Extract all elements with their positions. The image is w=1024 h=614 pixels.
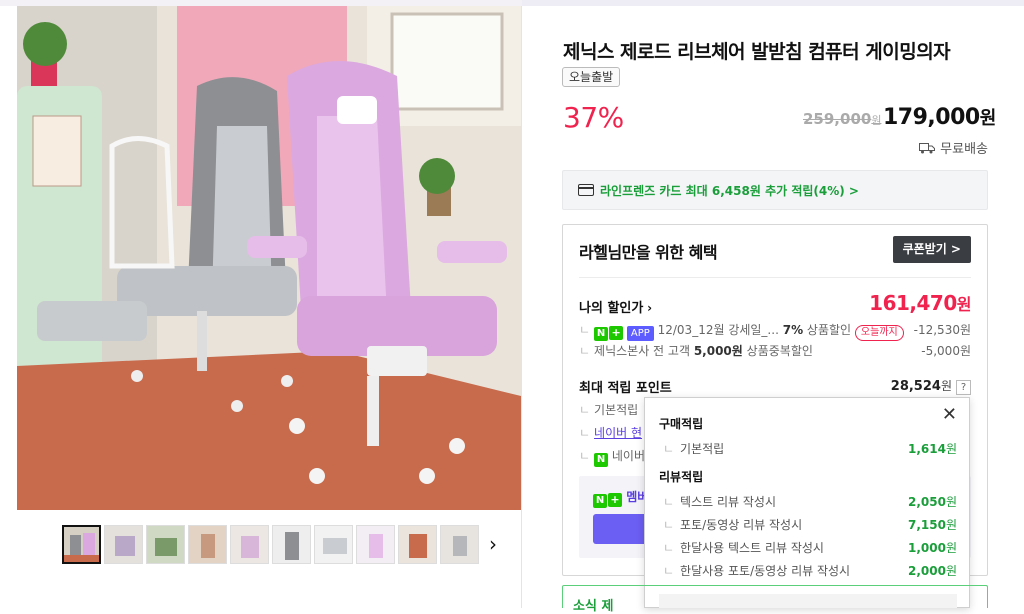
today-only-tag: 오늘까지 <box>854 325 904 341</box>
truck-icon <box>919 142 936 153</box>
product-title: 제닉스 제로드 리브체어 발받침 컴퓨터 게이밍의자 <box>563 41 951 63</box>
help-icon[interactable]: ? <box>956 380 971 395</box>
thumbnail[interactable] <box>62 525 101 564</box>
popup-row: ㄴ 포토/동영상 리뷰 작성시 7,150원 <box>663 518 957 532</box>
product-main-image[interactable] <box>17 6 521 510</box>
purchase-points-title: 구매적립 <box>659 417 704 431</box>
thumbnail[interactable] <box>314 525 353 564</box>
shipping-badge: 오늘출발 <box>562 67 621 87</box>
thumbnail[interactable] <box>356 525 395 564</box>
thumbnail[interactable] <box>104 525 143 564</box>
thumbnail[interactable] <box>188 525 227 564</box>
plus-icon: + <box>608 493 622 507</box>
benefit-title: 라헬님만을 위한 혜택 <box>579 243 718 262</box>
naver-n-icon: N <box>593 494 607 508</box>
my-discount-price: 161,470원 <box>869 291 971 315</box>
thumbnail[interactable] <box>398 525 437 564</box>
coupon-button[interactable]: 쿠폰받기 > <box>892 236 971 263</box>
popup-row: ㄴ 한달사용 텍스트 리뷰 작성시 1,000원 <box>663 541 957 555</box>
points-row: 최대 적립 포인트 28,524원? <box>579 377 971 396</box>
thumbnail[interactable] <box>146 525 185 564</box>
review-points-title: 리뷰적립 <box>659 470 704 484</box>
divider <box>521 6 522 608</box>
plus-icon: + <box>609 326 624 340</box>
close-icon[interactable]: ✕ <box>942 406 957 424</box>
thumbnail[interactable] <box>440 525 479 564</box>
shipping-info: 무료배송 <box>919 138 988 157</box>
thumbnail[interactable] <box>230 525 269 564</box>
discount-row: ㄴ 제닉스본사 전 고객 5,000원 상품중복할인 -5,000원 <box>579 344 971 358</box>
chevron-right-icon[interactable]: › <box>484 533 502 557</box>
popup-row: ㄴ 기본적립 1,614원 <box>663 442 957 456</box>
discount-rate: 37% <box>563 101 624 134</box>
popup-row: ㄴ 텍스트 리뷰 작성시 2,050원 <box>663 495 957 509</box>
points-popup: ✕ 구매적립 ㄴ 기본적립 1,614원 리뷰적립 ㄴ 텍스트 리뷰 작성시 2,050… <box>644 397 970 608</box>
thumbnail-strip <box>62 525 479 565</box>
news-bar[interactable]: 소식 제 <box>562 585 988 614</box>
original-price: 259,000원 <box>803 110 882 128</box>
card-promo-bar[interactable]: 라인프렌즈 카드 최대 6,458원 추가 적립(4%) > <box>562 170 988 210</box>
sale-price: 179,000원 <box>883 105 996 130</box>
discount-row: ㄴ N + APP 12/03_12월 강세일_... 7% 상품할인 오늘까지 -… <box>579 323 971 341</box>
app-badge: APP <box>626 326 654 341</box>
thumbnail[interactable] <box>272 525 311 564</box>
credit-card-icon <box>578 184 594 196</box>
naver-n-icon: N <box>594 327 609 341</box>
naver-n-icon: N <box>594 453 609 467</box>
popup-row: ㄴ 한달사용 포토/동영상 리뷰 작성시 2,000원 <box>663 564 957 578</box>
divider <box>579 277 971 278</box>
